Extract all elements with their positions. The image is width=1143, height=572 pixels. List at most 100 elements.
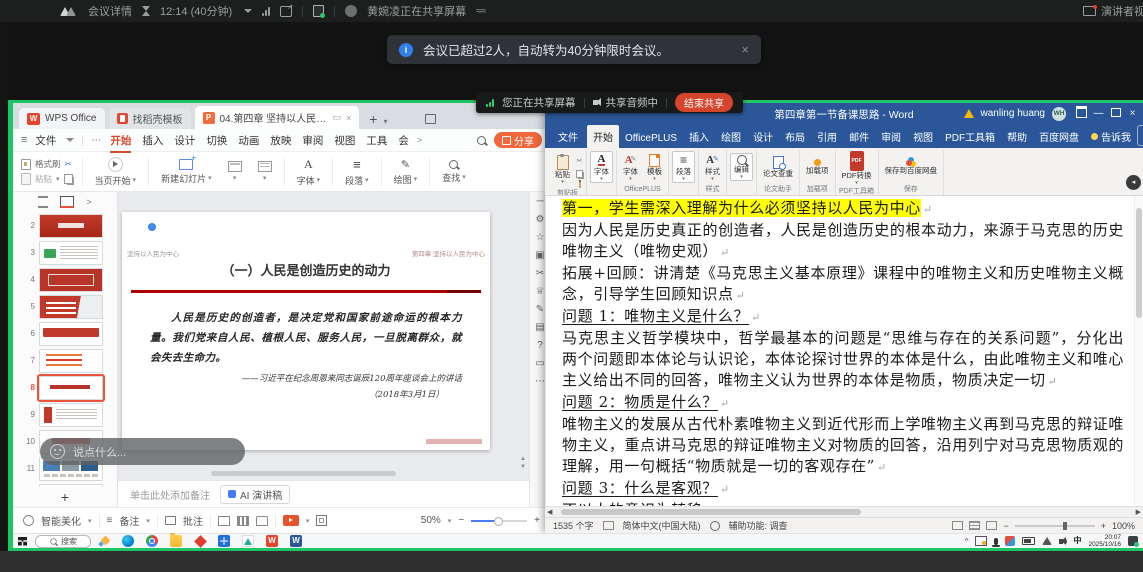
wps-docer-tab[interactable]: 找稻壳模板 xyxy=(109,108,191,129)
slide-thumbnail[interactable] xyxy=(39,214,103,238)
screen-share-icon[interactable] xyxy=(975,536,987,546)
slide-thumbnail[interactable] xyxy=(39,484,103,487)
hidden-icons-icon[interactable]: ^ xyxy=(965,537,969,546)
paste-dropdown-icon[interactable]: ▾ xyxy=(56,175,60,183)
new-tab-button[interactable]: + xyxy=(363,111,379,129)
ribbon-论文查重[interactable]: 论文查重 xyxy=(760,155,796,179)
notes-dropdown-icon[interactable]: ▾ xyxy=(146,517,150,525)
section-button[interactable]: ▾ xyxy=(251,161,279,182)
wps-menu-item-6[interactable]: 审阅 xyxy=(302,133,323,148)
beautify-dropdown-icon[interactable]: ▾ xyxy=(88,517,92,525)
copilot-icon[interactable] xyxy=(99,535,113,547)
wps-menu-item-3[interactable]: 切换 xyxy=(206,133,227,148)
maximize-button[interactable] xyxy=(1107,108,1124,120)
zoom-slider[interactable] xyxy=(471,520,527,522)
ribbon-编辑[interactable]: 编辑▾ xyxy=(730,153,753,181)
wps-menu-item-8[interactable]: 工具 xyxy=(366,133,387,148)
word-zoom-in-button[interactable]: + xyxy=(1101,521,1106,531)
current-slide[interactable]: 坚持以人民为中心 第四章 坚持以人民为中心 （一）人民是创造历史的动力 人民是历… xyxy=(122,212,490,450)
zoom-out-button[interactable]: − xyxy=(458,515,464,526)
wps-restore-button[interactable] xyxy=(425,114,436,124)
ribbon-collapse-button[interactable]: ◂ xyxy=(1126,175,1141,190)
word-tab-百度网盘[interactable]: 百度网盘 xyxy=(1033,125,1085,148)
open-window-icon[interactable] xyxy=(280,6,292,17)
account-avatar[interactable]: WH xyxy=(1052,107,1066,121)
shapes-icon[interactable]: ▣ xyxy=(535,251,544,261)
word-share-button[interactable]: 共享 xyxy=(1137,125,1143,146)
taskbar-app-meeting[interactable] xyxy=(241,534,255,548)
minimize-icon[interactable]: ─ xyxy=(536,197,543,207)
format-painter-label[interactable]: 格式刷 xyxy=(35,158,61,170)
word-tab-插入[interactable]: 插入 xyxy=(683,125,715,148)
minimize-button[interactable]: — xyxy=(1090,108,1107,119)
draw-menu-button[interactable]: 绘图▾ xyxy=(387,158,425,186)
paste-icon[interactable] xyxy=(21,173,31,185)
taskbar-app-app-red[interactable] xyxy=(193,534,207,548)
taskbar-app-app-grid[interactable] xyxy=(217,534,231,548)
wps-menu-item-2[interactable]: 设计 xyxy=(174,133,195,148)
scroll-left-icon[interactable]: ◀ xyxy=(547,508,552,516)
battery-icon[interactable] xyxy=(1022,537,1035,545)
search-icon[interactable] xyxy=(477,136,486,145)
close-button[interactable]: × xyxy=(1124,108,1141,119)
settings-icon[interactable]: ⚙ xyxy=(536,215,545,225)
help-icon[interactable]: ? xyxy=(537,341,543,351)
slide-editor-area[interactable]: 坚持以人民为中心 第四章 坚持以人民为中心 （一）人民是创造历史的动力 人民是历… xyxy=(118,192,529,480)
slide-horizontal-scrollbar[interactable] xyxy=(154,471,473,476)
paragraph-menu-button[interactable]: 段落▾ xyxy=(338,157,376,187)
word-tab-绘图[interactable]: 绘图 xyxy=(715,125,747,148)
slide-attribution[interactable]: ——习近平在纪念周恩来同志诞辰120周年座谈会上的讲话 xyxy=(242,372,462,384)
word-tab-审阅[interactable]: 审阅 xyxy=(875,125,907,148)
notes-toggle-icon[interactable] xyxy=(107,515,113,526)
crown-icon[interactable]: ♕ xyxy=(536,287,545,297)
ai-speech-button[interactable]: AI 演讲稿 xyxy=(220,485,290,504)
timer-dropdown-icon[interactable] xyxy=(244,9,252,13)
comments-label[interactable]: 批注 xyxy=(183,513,203,528)
volume-icon[interactable] xyxy=(1059,539,1063,544)
account-name[interactable]: wanling huang xyxy=(981,108,1046,119)
ribbon-PDF转换[interactable]: PDF转换▾ xyxy=(839,150,875,186)
hamburger-menu-icon[interactable]: ≡ xyxy=(21,134,27,146)
word-horizontal-scrollbar[interactable]: ◀ ▶ xyxy=(545,506,1143,517)
file-menu-dropdown-icon[interactable] xyxy=(66,138,74,142)
taskbar-clock[interactable]: 20:07 2025/10/16 xyxy=(1088,534,1121,548)
paragraph[interactable]: 问题 3：什么是客观？↵ xyxy=(562,478,1124,500)
taskbar-app-word[interactable] xyxy=(289,534,303,548)
zoom-level[interactable]: 50% xyxy=(421,515,441,526)
wps-home-tab[interactable]: W WPS Office xyxy=(19,108,105,129)
emoji-icon[interactable] xyxy=(50,444,65,459)
presenter-view-control[interactable]: 演讲者视图 xyxy=(1083,0,1143,22)
comments-icon[interactable] xyxy=(165,516,176,525)
slide-thumbnail[interactable] xyxy=(39,403,103,427)
word-count[interactable]: 1535 个字 xyxy=(553,519,594,532)
paragraph[interactable]: 拓展+回顾：讲清楚《马克思主义基本原理》课程中的唯物主义和历史唯物主义概念，引导… xyxy=(562,263,1124,306)
read-mode-icon[interactable] xyxy=(952,521,963,530)
outline-view-icon[interactable] xyxy=(38,196,48,208)
wps-menu-item-9[interactable]: 会 xyxy=(398,133,409,148)
ribbon-加载项[interactable]: 加载项 xyxy=(803,158,832,176)
wps-menu-item-0[interactable]: 开始 xyxy=(110,133,131,148)
wps-menu-item-7[interactable]: 视图 xyxy=(334,133,355,148)
chat-input-placeholder[interactable]: 说点什么... xyxy=(73,444,126,460)
word-vertical-scrollbar[interactable] xyxy=(1134,196,1143,506)
slide-thumbnail[interactable] xyxy=(39,241,103,265)
copy-icon[interactable] xyxy=(64,174,73,184)
paragraph[interactable]: 问题 2：物质是什么？↵ xyxy=(562,392,1124,414)
cut-icon[interactable] xyxy=(577,150,583,168)
proofing-icon[interactable] xyxy=(603,521,614,530)
tab-list-dropdown-icon[interactable]: ▾ xyxy=(383,117,387,129)
paragraph[interactable]: 第一，学生需深入理解为什么必须坚持以人民为中心↵ xyxy=(562,198,1124,220)
paragraph[interactable]: 马克思主义哲学模块中，哲学最基本的问题是“思维与存在的关系问题”，分化出两个问题… xyxy=(562,328,1124,392)
slide-nav-arrows[interactable]: ▲▼ xyxy=(520,456,526,470)
wps-document-tab[interactable]: P 04.第四章 坚持以人民为... ▭ × xyxy=(195,106,360,129)
scroll-thumb[interactable] xyxy=(561,509,861,515)
add-slide-button[interactable]: + xyxy=(13,487,117,507)
ribbon-字体[interactable]: 字体▾ xyxy=(590,151,613,183)
paragraph[interactable]: 问题 1：唯物主义是什么？↵ xyxy=(562,306,1124,328)
scroll-right-icon[interactable]: ▶ xyxy=(1136,508,1141,516)
taskbar-app-chrome[interactable] xyxy=(145,534,159,548)
signature-icon[interactable]: ✎ xyxy=(536,305,544,315)
meeting-details-button[interactable]: 会议详情 xyxy=(88,3,132,19)
ribbon-display-options-button[interactable] xyxy=(1073,106,1090,121)
wps-file-menu[interactable]: 文件 xyxy=(35,133,56,148)
